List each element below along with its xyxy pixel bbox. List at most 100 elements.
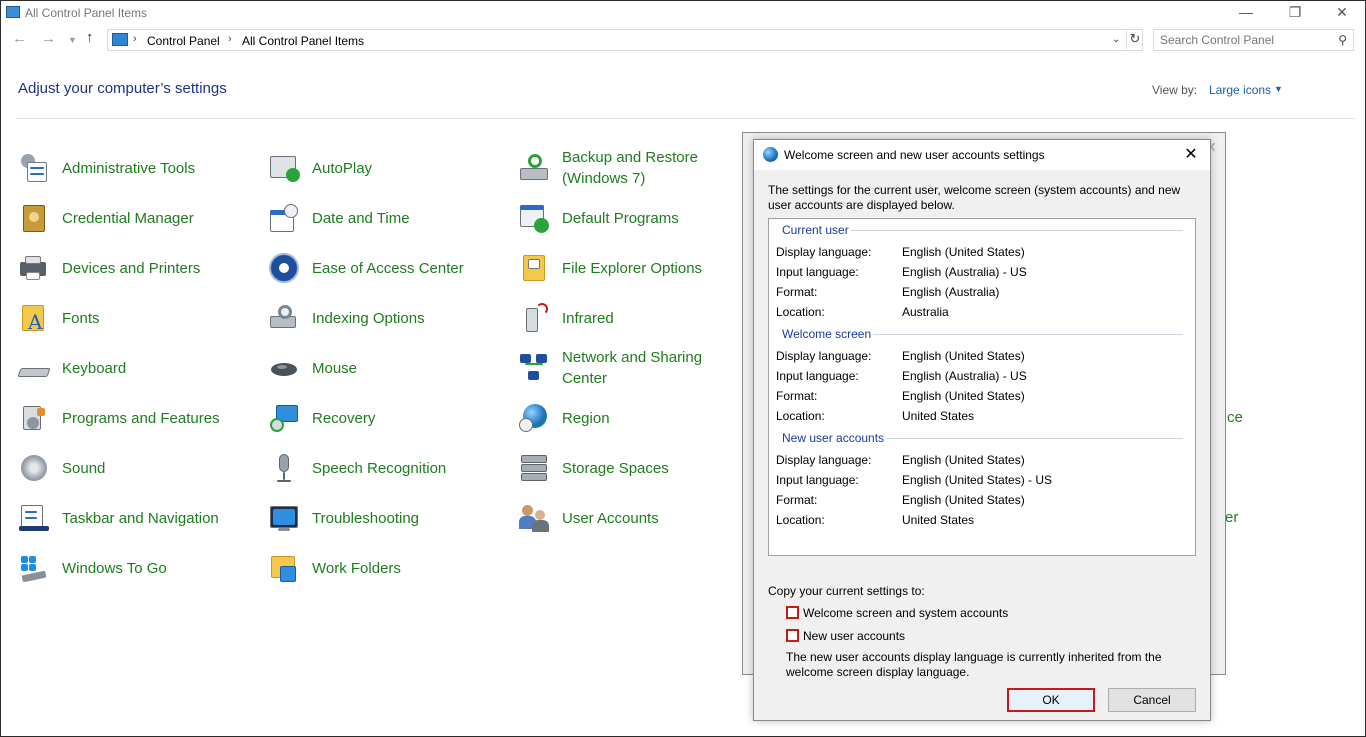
section-current-user: Current user [782, 223, 849, 237]
header-divider [16, 118, 1356, 119]
value-display-language: English (United States) [902, 453, 1025, 467]
search-icon[interactable]: ⚲ [1338, 33, 1347, 47]
item-troubleshooting[interactable]: Troubleshooting [268, 498, 482, 538]
mouse-icon [268, 352, 300, 384]
dialog-description: The settings for the current user, welco… [768, 183, 1181, 212]
value-location: United States [902, 409, 975, 423]
cancel-button[interactable]: Cancel [1108, 688, 1196, 712]
section-welcome-screen: Welcome screen [782, 327, 872, 341]
forward-arrow-icon[interactable]: → [41, 30, 56, 47]
breadcrumb-control-panel[interactable]: Control Panel [147, 34, 220, 48]
item-autoplay[interactable]: AutoPlay [268, 148, 482, 188]
value-format: English (Australia) [902, 285, 1000, 299]
autoplay-icon [268, 152, 300, 184]
welcome-screen-checkbox-label[interactable]: Welcome screen and system accounts [803, 606, 1008, 620]
file-explorer-options-icon [518, 252, 550, 284]
item-ease-of-access-center[interactable]: Ease of Access Center [268, 248, 482, 288]
item-default-programs[interactable]: Default Programs [518, 198, 732, 238]
up-arrow-icon[interactable]: ↑ [86, 29, 94, 46]
section-divider [873, 334, 1183, 335]
item-date-and-time[interactable]: Date and Time [268, 198, 482, 238]
item-windows-to-go[interactable]: Windows To Go [18, 548, 232, 588]
item-work-folders[interactable]: Work Folders [268, 548, 482, 588]
microphone-icon [268, 452, 300, 484]
dialog-title: Welcome screen and new user accounts set… [784, 148, 1045, 162]
item-label-partial[interactable]: ce [1227, 409, 1243, 426]
section-divider [887, 438, 1183, 439]
item-region[interactable]: Region [518, 398, 732, 438]
label-input-language: Input language: [776, 265, 859, 279]
label-display-language: Display language: [776, 349, 872, 363]
printer-icon [18, 252, 50, 284]
backup-and-restore-icon [518, 152, 550, 184]
label-format: Format: [776, 493, 818, 507]
navigation-bar: ← → ▼ ↑ › Control Panel › All Control Pa… [0, 24, 1366, 56]
dialog-titlebar: Welcome screen and new user accounts set… [754, 140, 1210, 170]
item-taskbar-and-navigation[interactable]: Taskbar and Navigation [18, 498, 232, 538]
inheritance-note: The new user accounts display language i… [786, 650, 1162, 679]
address-dropdown-icon[interactable]: ⌄ [1112, 34, 1120, 45]
new-user-accounts-checkbox-label[interactable]: New user accounts [803, 629, 905, 643]
item-mouse[interactable]: Mouse [268, 348, 482, 388]
programs-and-features-icon [18, 402, 50, 434]
new-user-accounts-checkbox[interactable] [786, 629, 799, 642]
item-storage-spaces[interactable]: Storage Spaces [518, 448, 732, 488]
region-globe-icon [518, 402, 550, 434]
label-location: Location: [776, 513, 825, 527]
item-label-partial[interactable]: er [1225, 509, 1238, 526]
ok-button[interactable]: OK [1007, 688, 1095, 712]
item-backup-and-restore[interactable]: Backup and Restore (Windows 7) [518, 148, 732, 188]
item-credential-manager[interactable]: Credential Manager [18, 198, 232, 238]
copy-settings-label: Copy your current settings to: [768, 584, 925, 598]
search-box[interactable]: ⚲ [1153, 29, 1354, 51]
work-folders-icon [268, 552, 300, 584]
speaker-icon [18, 452, 50, 484]
recent-locations-chevron-icon[interactable]: ▼ [68, 35, 77, 45]
address-bar[interactable]: › Control Panel › All Control Panel Item… [107, 29, 1143, 51]
breadcrumb-chevron-icon[interactable]: › [133, 33, 137, 45]
breadcrumb-all-items[interactable]: All Control Panel Items [242, 34, 364, 48]
infrared-icon [518, 302, 550, 334]
item-devices-and-printers[interactable]: Devices and Printers [18, 248, 232, 288]
item-administrative-tools[interactable]: Administrative Tools [18, 148, 232, 188]
troubleshooting-icon [268, 502, 300, 534]
item-recovery[interactable]: Recovery [268, 398, 482, 438]
breadcrumb-chevron-icon[interactable]: › [228, 33, 232, 45]
section-divider [851, 230, 1183, 231]
item-file-explorer-options[interactable]: File Explorer Options [518, 248, 732, 288]
item-keyboard[interactable]: Keyboard [17, 348, 232, 388]
user-accounts-icon [518, 502, 550, 534]
item-infrared[interactable]: Infrared [518, 298, 732, 338]
view-by-label: View by: [1152, 83, 1198, 97]
label-input-language: Input language: [776, 369, 859, 383]
back-arrow-icon[interactable]: ← [12, 30, 27, 47]
storage-spaces-icon [518, 452, 550, 484]
close-button[interactable]: ✕ [1319, 3, 1365, 23]
dialog-close-button[interactable]: ✕ [1179, 144, 1203, 166]
credential-manager-icon [18, 202, 50, 234]
restore-button[interactable]: ❐ [1272, 3, 1318, 23]
indexing-magnifier-icon [268, 302, 300, 334]
control-panel-icon [6, 6, 20, 18]
item-sound[interactable]: Sound [18, 448, 232, 488]
view-by-dropdown[interactable]: Large icons [1209, 83, 1271, 97]
search-input[interactable] [1160, 33, 1330, 47]
minimize-button[interactable]: — [1223, 3, 1269, 23]
window-titlebar: All Control Panel Items — ❐ ✕ [0, 0, 1366, 24]
item-fonts[interactable]: A Fonts [18, 298, 232, 338]
refresh-icon[interactable]: ↻ [1126, 31, 1143, 49]
item-speech-recognition[interactable]: Speech Recognition [268, 448, 482, 488]
item-user-accounts[interactable]: User Accounts [518, 498, 732, 538]
section-new-user-accounts: New user accounts [782, 431, 885, 445]
item-network-and-sharing-center[interactable]: Network and Sharing Center [518, 348, 732, 388]
label-display-language: Display language: [776, 453, 872, 467]
view-by-caret-icon[interactable]: ▼ [1274, 84, 1283, 94]
default-programs-icon [518, 202, 550, 234]
administrative-tools-icon [18, 152, 50, 184]
value-display-language: English (United States) [902, 245, 1025, 259]
item-programs-and-features[interactable]: Programs and Features [18, 398, 232, 438]
item-indexing-options[interactable]: Indexing Options [268, 298, 482, 338]
value-input-language: English (United States) - US [902, 473, 1053, 487]
label-format: Format: [776, 389, 818, 403]
welcome-screen-checkbox[interactable] [786, 606, 799, 619]
